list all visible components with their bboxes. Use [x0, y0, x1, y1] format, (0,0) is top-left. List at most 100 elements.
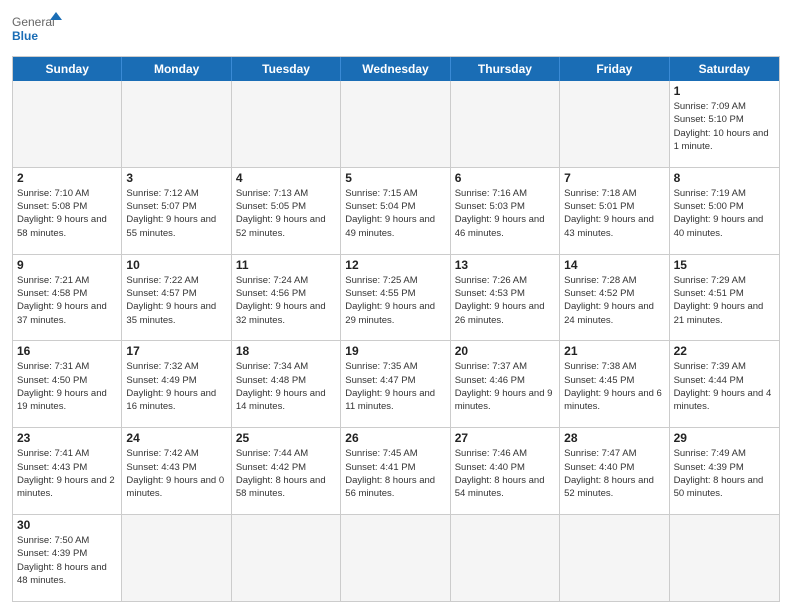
calendar-cell: 9Sunrise: 7:21 AM Sunset: 4:58 PM Daylig…: [13, 255, 122, 341]
day-info: Sunrise: 7:34 AM Sunset: 4:48 PM Dayligh…: [236, 360, 336, 413]
day-info: Sunrise: 7:24 AM Sunset: 4:56 PM Dayligh…: [236, 274, 336, 327]
calendar: SundayMondayTuesdayWednesdayThursdayFrid…: [12, 56, 780, 602]
calendar-cell: 22 Sunrise: 7:39 AM Sunset: 4:44 PM Dayli…: [670, 341, 779, 427]
calendar-header-cell: Saturday: [670, 57, 779, 81]
day-info: Sunrise: 7:46 AM Sunset: 4:40 PM Dayligh…: [455, 447, 555, 500]
calendar-cell: [451, 81, 560, 167]
day-number: 6: [455, 171, 555, 185]
calendar-header-cell: Friday: [560, 57, 669, 81]
calendar-cell: [560, 515, 669, 601]
day-info: Sunrise: 7:09 AM Sunset: 5:10 PM Dayligh…: [674, 100, 775, 153]
day-info: Sunrise: 7:32 AM Sunset: 4:49 PM Dayligh…: [126, 360, 226, 413]
day-info: Sunrise: 7:41 AM Sunset: 4:43 PM Dayligh…: [17, 447, 117, 500]
calendar-body: 1 Sunrise: 7:09 AM Sunset: 5:10 PM Daylig…: [13, 81, 779, 601]
calendar-cell: 20 Sunrise: 7:37 AM Sunset: 4:46 PM Dayli…: [451, 341, 560, 427]
day-info: Sunrise: 7:12 AM Sunset: 5:07 PM Dayligh…: [126, 187, 226, 240]
day-info: Sunrise: 7:49 AM Sunset: 4:39 PM Dayligh…: [674, 447, 775, 500]
day-info: Sunrise: 7:16 AM Sunset: 5:03 PM Dayligh…: [455, 187, 555, 240]
calendar-cell: [13, 81, 122, 167]
calendar-cell: 19Sunrise: 7:35 AM Sunset: 4:47 PM Dayli…: [341, 341, 450, 427]
day-number: 7: [564, 171, 664, 185]
page: General Blue SundayMondayTuesdayWednesda…: [0, 0, 792, 612]
day-number: 1: [674, 84, 775, 98]
day-number: 26: [345, 431, 445, 445]
calendar-cell: 12 Sunrise: 7:25 AM Sunset: 4:55 PM Dayli…: [341, 255, 450, 341]
calendar-week-row: 9Sunrise: 7:21 AM Sunset: 4:58 PM Daylig…: [13, 255, 779, 342]
day-info: Sunrise: 7:25 AM Sunset: 4:55 PM Dayligh…: [345, 274, 445, 327]
calendar-cell: 24 Sunrise: 7:42 AM Sunset: 4:43 PM Dayli…: [122, 428, 231, 514]
calendar-cell: 10 Sunrise: 7:22 AM Sunset: 4:57 PM Dayli…: [122, 255, 231, 341]
day-number: 25: [236, 431, 336, 445]
calendar-cell: 15Sunrise: 7:29 AM Sunset: 4:51 PM Dayli…: [670, 255, 779, 341]
day-info: Sunrise: 7:18 AM Sunset: 5:01 PM Dayligh…: [564, 187, 664, 240]
calendar-cell: 21Sunrise: 7:38 AM Sunset: 4:45 PM Dayli…: [560, 341, 669, 427]
day-info: Sunrise: 7:28 AM Sunset: 4:52 PM Dayligh…: [564, 274, 664, 327]
calendar-header-cell: Wednesday: [341, 57, 450, 81]
day-info: Sunrise: 7:39 AM Sunset: 4:44 PM Dayligh…: [674, 360, 775, 413]
day-number: 21: [564, 344, 664, 358]
calendar-cell: 5 Sunrise: 7:15 AM Sunset: 5:04 PM Daylig…: [341, 168, 450, 254]
day-number: 14: [564, 258, 664, 272]
calendar-header-cell: Tuesday: [232, 57, 341, 81]
day-info: Sunrise: 7:31 AM Sunset: 4:50 PM Dayligh…: [17, 360, 117, 413]
day-number: 19: [345, 344, 445, 358]
day-number: 5: [345, 171, 445, 185]
calendar-cell: 18 Sunrise: 7:34 AM Sunset: 4:48 PM Dayli…: [232, 341, 341, 427]
day-number: 23: [17, 431, 117, 445]
calendar-cell: 8Sunrise: 7:19 AM Sunset: 5:00 PM Daylig…: [670, 168, 779, 254]
calendar-cell: 25 Sunrise: 7:44 AM Sunset: 4:42 PM Dayli…: [232, 428, 341, 514]
calendar-cell: 17Sunrise: 7:32 AM Sunset: 4:49 PM Dayli…: [122, 341, 231, 427]
day-info: Sunrise: 7:44 AM Sunset: 4:42 PM Dayligh…: [236, 447, 336, 500]
calendar-cell: 1 Sunrise: 7:09 AM Sunset: 5:10 PM Daylig…: [670, 81, 779, 167]
day-info: Sunrise: 7:10 AM Sunset: 5:08 PM Dayligh…: [17, 187, 117, 240]
day-number: 22: [674, 344, 775, 358]
calendar-week-row: 1 Sunrise: 7:09 AM Sunset: 5:10 PM Daylig…: [13, 81, 779, 168]
calendar-week-row: 16 Sunrise: 7:31 AM Sunset: 4:50 PM Dayli…: [13, 341, 779, 428]
day-info: Sunrise: 7:15 AM Sunset: 5:04 PM Dayligh…: [345, 187, 445, 240]
day-number: 16: [17, 344, 117, 358]
calendar-cell: [122, 515, 231, 601]
calendar-cell: 2 Sunrise: 7:10 AM Sunset: 5:08 PM Daylig…: [13, 168, 122, 254]
day-info: Sunrise: 7:22 AM Sunset: 4:57 PM Dayligh…: [126, 274, 226, 327]
calendar-cell: [341, 515, 450, 601]
calendar-cell: 14 Sunrise: 7:28 AM Sunset: 4:52 PM Dayli…: [560, 255, 669, 341]
day-number: 10: [126, 258, 226, 272]
day-number: 20: [455, 344, 555, 358]
svg-text:General: General: [12, 15, 55, 29]
calendar-cell: 29 Sunrise: 7:49 AM Sunset: 4:39 PM Dayli…: [670, 428, 779, 514]
calendar-cell: [232, 81, 341, 167]
calendar-cell: [560, 81, 669, 167]
day-info: Sunrise: 7:42 AM Sunset: 4:43 PM Dayligh…: [126, 447, 226, 500]
calendar-header-row: SundayMondayTuesdayWednesdayThursdayFrid…: [13, 57, 779, 81]
calendar-cell: 16 Sunrise: 7:31 AM Sunset: 4:50 PM Dayli…: [13, 341, 122, 427]
day-number: 15: [674, 258, 775, 272]
day-number: 29: [674, 431, 775, 445]
day-number: 24: [126, 431, 226, 445]
day-number: 27: [455, 431, 555, 445]
calendar-cell: 7 Sunrise: 7:18 AM Sunset: 5:01 PM Daylig…: [560, 168, 669, 254]
calendar-header-cell: Sunday: [13, 57, 122, 81]
calendar-week-row: 2 Sunrise: 7:10 AM Sunset: 5:08 PM Daylig…: [13, 168, 779, 255]
calendar-cell: [670, 515, 779, 601]
day-number: 3: [126, 171, 226, 185]
day-number: 4: [236, 171, 336, 185]
calendar-week-row: 30 Sunrise: 7:50 AM Sunset: 4:39 PM Dayli…: [13, 515, 779, 601]
day-number: 30: [17, 518, 117, 532]
calendar-cell: 3 Sunrise: 7:12 AM Sunset: 5:07 PM Daylig…: [122, 168, 231, 254]
day-number: 18: [236, 344, 336, 358]
generalblue-logo-icon: General Blue: [12, 10, 62, 50]
day-info: Sunrise: 7:50 AM Sunset: 4:39 PM Dayligh…: [17, 534, 117, 587]
calendar-cell: [341, 81, 450, 167]
calendar-cell: [232, 515, 341, 601]
day-info: Sunrise: 7:19 AM Sunset: 5:00 PM Dayligh…: [674, 187, 775, 240]
calendar-header-cell: Thursday: [451, 57, 560, 81]
calendar-cell: 28Sunrise: 7:47 AM Sunset: 4:40 PM Dayli…: [560, 428, 669, 514]
calendar-cell: 11Sunrise: 7:24 AM Sunset: 4:56 PM Dayli…: [232, 255, 341, 341]
calendar-cell: [451, 515, 560, 601]
day-number: 2: [17, 171, 117, 185]
day-info: Sunrise: 7:26 AM Sunset: 4:53 PM Dayligh…: [455, 274, 555, 327]
day-info: Sunrise: 7:37 AM Sunset: 4:46 PM Dayligh…: [455, 360, 555, 413]
day-number: 12: [345, 258, 445, 272]
calendar-cell: [122, 81, 231, 167]
calendar-cell: 6 Sunrise: 7:16 AM Sunset: 5:03 PM Daylig…: [451, 168, 560, 254]
